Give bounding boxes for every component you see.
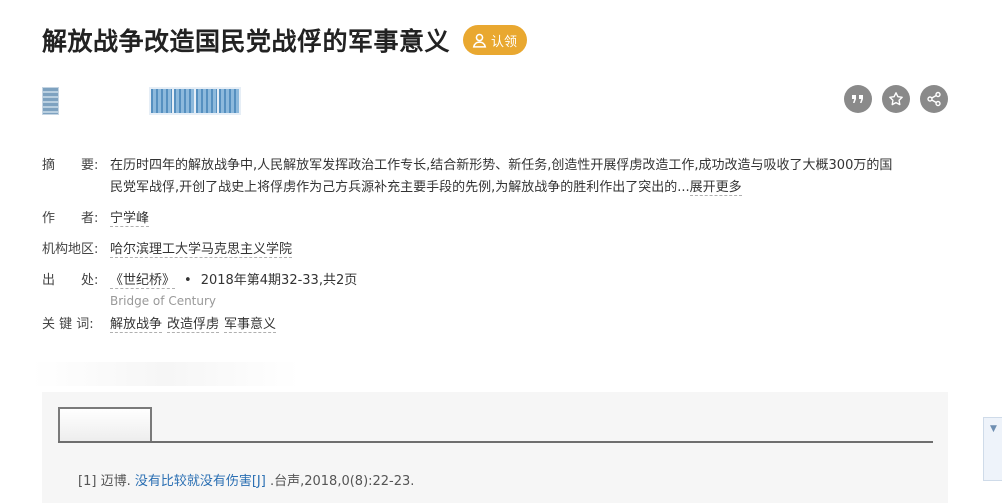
cover-thumbnail-strip[interactable]: [149, 87, 241, 115]
org-label: 机构地区:: [42, 242, 99, 257]
page-title: 解放战争改造国民党战俘的军事意义: [42, 27, 451, 56]
org-link[interactable]: 哈尔滨理工大学马克思主义学院: [110, 242, 293, 258]
references-tab[interactable]: [58, 407, 152, 443]
keywords-row: 关 键 词: 解放战争 改造俘虏 军事意义: [42, 314, 952, 336]
author-label: 作 者:: [42, 211, 99, 226]
reference-author: 迈博.: [100, 474, 131, 489]
thumbnail-page: [218, 89, 239, 113]
quote-icon: [852, 95, 863, 103]
author-row: 作 者: 宁学峰: [42, 208, 952, 230]
share-button[interactable]: [920, 85, 948, 113]
abstract-text: 在历时四年的解放战争中,人民解放军发挥政治工作专长,结合新形势、新任务,创造性开…: [110, 155, 952, 199]
claim-label: 认领: [491, 34, 518, 50]
claim-button[interactable]: 认领: [463, 25, 528, 55]
issue-info: 2018年第4期32-33,共2页: [200, 273, 358, 288]
favorite-button[interactable]: [882, 85, 910, 113]
thumbnail-page: [173, 89, 194, 113]
abstract-line-1: 在历时四年的解放战争中,人民解放军发挥政治工作专长,结合新形势、新任务,创造性开…: [110, 158, 893, 173]
abstract-row: 摘 要: 在历时四年的解放战争中,人民解放军发挥政治工作专长,结合新形势、新任务…: [42, 155, 952, 199]
chevron-down-icon: ▼: [990, 424, 997, 434]
keyword-link[interactable]: 解放战争: [110, 317, 163, 333]
reference-item: [1] 迈博. 没有比较就没有伤害[J] .台声,2018,0(8):22-23…: [78, 472, 414, 492]
reference-title-link[interactable]: 没有比较就没有伤害[J]: [135, 474, 266, 489]
thumbnail-page: [196, 89, 217, 113]
references-divider: [58, 441, 933, 443]
author-link[interactable]: 宁学峰: [110, 211, 150, 227]
journal-english-name: Bridge of Century: [110, 294, 217, 308]
abstract-label: 摘 要:: [42, 158, 99, 173]
person-icon: [472, 33, 487, 48]
star-icon: [889, 92, 903, 106]
reference-index: [1]: [78, 474, 97, 489]
divider-band: [32, 362, 300, 386]
reference-source: .台声,2018,0(8):22-23.: [269, 474, 415, 489]
cite-button[interactable]: [844, 85, 872, 113]
share-icon: [927, 91, 941, 107]
article-metadata: 摘 要: 在历时四年的解放战争中,人民解放军发挥政治工作专长,结合新形势、新任务…: [42, 155, 952, 336]
source-row: 出 处: 《世纪桥》 • 2018年第4期32-33,共2页 Bridge of C…: [42, 270, 952, 310]
keyword-link[interactable]: 改造俘虏: [167, 317, 220, 333]
abstract-line-2: 民党军战俘,开创了战史上将俘虏作为己方兵源补充主要手段的先例,为解放战争的胜利作…: [110, 180, 690, 195]
thumbnail-page: [151, 89, 172, 113]
org-row: 机构地区: 哈尔滨理工大学马克思主义学院: [42, 239, 952, 261]
references-panel: [1] 迈博. 没有比较就没有伤害[J] .台声,2018,0(8):22-23…: [42, 392, 948, 503]
side-float-widget[interactable]: ▼: [983, 417, 1002, 481]
keywords-label: 关 键 词:: [42, 317, 94, 332]
title-row: 解放战争改造国民党战俘的军事意义 认领: [42, 22, 528, 58]
source-label: 出 处:: [42, 273, 99, 288]
cover-thumbnail-small[interactable]: [42, 87, 59, 115]
journal-link[interactable]: 《世纪桥》: [110, 273, 176, 289]
keyword-link[interactable]: 军事意义: [224, 317, 277, 333]
expand-more-link[interactable]: 展开更多: [689, 180, 742, 196]
source-separator: •: [184, 273, 192, 288]
action-buttons: [844, 85, 948, 113]
